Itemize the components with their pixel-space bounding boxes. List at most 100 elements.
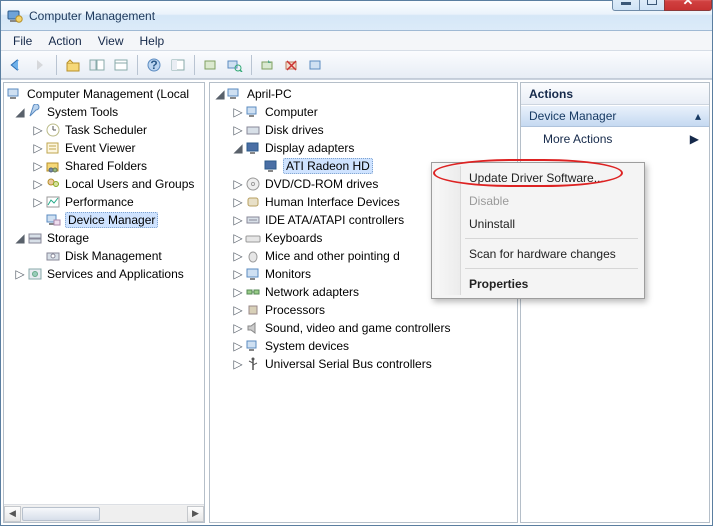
menu-file[interactable]: File xyxy=(5,32,40,50)
tree-item-pc[interactable]: ◢ April-PC xyxy=(210,85,517,103)
scroll-right-button[interactable]: ▶ xyxy=(187,506,204,522)
expand-icon[interactable]: ▷ xyxy=(32,195,44,209)
close-button[interactable]: ✕ xyxy=(664,0,712,11)
collapse-icon[interactable]: ◢ xyxy=(14,105,26,119)
expand-icon[interactable]: ▷ xyxy=(232,267,244,281)
tree-label: Display adapters xyxy=(265,141,354,155)
tree-item-sound[interactable]: ▷Sound, video and game controllers xyxy=(210,319,517,337)
expand-icon[interactable]: ▷ xyxy=(232,285,244,299)
expand-icon[interactable]: ▷ xyxy=(232,231,244,245)
expand-icon[interactable]: ▷ xyxy=(232,177,244,191)
collapse-icon[interactable]: ▴ xyxy=(695,109,701,123)
wrench-icon xyxy=(27,104,43,120)
tool-button[interactable] xyxy=(281,54,303,76)
toolbar-separator xyxy=(251,55,252,75)
ctx-scan[interactable]: Scan for hardware changes xyxy=(435,242,641,265)
tree-item-processors[interactable]: ▷ Processors xyxy=(210,301,517,319)
toolbar-separator xyxy=(137,55,138,75)
disk-mgmt-icon xyxy=(45,248,61,264)
maximize-button[interactable] xyxy=(639,0,665,11)
show-hide-tree-button[interactable] xyxy=(86,54,108,76)
menu-action[interactable]: Action xyxy=(40,32,89,50)
tool-button[interactable] xyxy=(257,54,279,76)
computer-icon xyxy=(227,86,243,102)
performance-icon xyxy=(45,194,61,210)
expand-icon[interactable]: ▷ xyxy=(232,105,244,119)
tree-item-services-apps[interactable]: ▷ Services and Applications xyxy=(4,265,204,283)
ctx-properties[interactable]: Properties xyxy=(435,272,641,295)
expand-icon[interactable]: ▷ xyxy=(232,339,244,353)
tool-button[interactable] xyxy=(305,54,327,76)
ctx-uninstall[interactable]: Uninstall xyxy=(435,212,641,235)
tree-item-usb[interactable]: ▷ Universal Serial Bus controllers xyxy=(210,355,517,373)
ctx-label: Scan for hardware changes xyxy=(469,247,616,261)
expand-icon[interactable]: ▷ xyxy=(32,177,44,191)
tree-item-performance[interactable]: ▷ Performance xyxy=(4,193,204,211)
tree-item-device-manager[interactable]: Device Manager xyxy=(4,211,204,229)
device-tree[interactable]: ◢ April-PC ▷Computer ▷ Disk drives ◢ Displ… xyxy=(210,83,517,522)
actions-group[interactable]: Device Manager ▴ xyxy=(521,105,709,127)
tree-item-shared-folders[interactable]: ▷ Shared Folders xyxy=(4,157,204,175)
display-icon xyxy=(263,158,279,174)
tree-label: Device Manager xyxy=(65,212,158,228)
tree-item-storage[interactable]: ◢ Storage xyxy=(4,229,204,247)
collapse-icon[interactable]: ◢ xyxy=(214,87,226,101)
back-button[interactable] xyxy=(5,54,27,76)
tree-label: Processors xyxy=(265,303,325,317)
storage-icon xyxy=(27,230,43,246)
actions-more[interactable]: More Actions ▶ xyxy=(521,127,709,151)
h-scrollbar[interactable]: ◀ ▶ xyxy=(4,504,204,522)
scan-hardware-button[interactable] xyxy=(224,54,246,76)
menu-view[interactable]: View xyxy=(90,32,132,50)
scroll-track[interactable] xyxy=(21,506,187,522)
ctx-update-driver[interactable]: Update Driver Software... xyxy=(435,166,641,189)
tree-label: Universal Serial Bus controllers xyxy=(265,357,432,371)
tree-item-event-viewer[interactable]: ▷ Event Viewer xyxy=(4,139,204,157)
ide-icon xyxy=(245,212,261,228)
expand-icon[interactable]: ▷ xyxy=(232,321,244,335)
forward-button[interactable] xyxy=(29,54,51,76)
tree-root[interactable]: Computer Management (Local xyxy=(4,85,204,103)
tree-item-task-scheduler[interactable]: ▷ Task Scheduler xyxy=(4,121,204,139)
up-button[interactable] xyxy=(62,54,84,76)
menu-help[interactable]: Help xyxy=(132,32,173,50)
tool-button[interactable] xyxy=(167,54,189,76)
tree-item-local-users[interactable]: ▷ Local Users and Groups xyxy=(4,175,204,193)
console-tree[interactable]: Computer Management (Local ◢ System Tool… xyxy=(4,83,204,504)
scroll-thumb[interactable] xyxy=(22,507,100,521)
expand-icon[interactable]: ▷ xyxy=(232,195,244,209)
device-manager-icon xyxy=(45,212,61,228)
scroll-left-button[interactable]: ◀ xyxy=(4,506,21,522)
expand-icon[interactable]: ▷ xyxy=(32,141,44,155)
ctx-separator xyxy=(465,268,638,269)
tree-item-disk-drives[interactable]: ▷ Disk drives xyxy=(210,121,517,139)
expand-icon[interactable]: ▷ xyxy=(232,213,244,227)
tree-label: Keyboards xyxy=(265,231,322,245)
expand-icon[interactable]: ▷ xyxy=(232,357,244,371)
collapse-icon[interactable]: ◢ xyxy=(232,141,244,155)
collapse-icon[interactable]: ◢ xyxy=(14,231,26,245)
tree-item-disk-management[interactable]: Disk Management xyxy=(4,247,204,265)
ctx-disable[interactable]: Disable xyxy=(435,189,641,212)
help-button[interactable]: ? xyxy=(143,54,165,76)
expand-icon[interactable]: ▷ xyxy=(14,267,26,281)
properties-toolbar-button[interactable] xyxy=(110,54,132,76)
computer-mgmt-icon xyxy=(7,86,23,102)
expand-icon[interactable]: ▷ xyxy=(32,123,44,137)
expand-icon[interactable]: ▷ xyxy=(232,249,244,263)
tree-item-computer[interactable]: ▷Computer xyxy=(210,103,517,121)
expand-icon[interactable]: ▷ xyxy=(32,159,44,173)
ctx-separator xyxy=(465,238,638,239)
tree-item-system-devices[interactable]: ▷System devices xyxy=(210,337,517,355)
minimize-button[interactable] xyxy=(612,0,640,11)
disk-icon xyxy=(245,122,261,138)
tree-label: Disk drives xyxy=(265,123,324,137)
tree-item-display-adapters[interactable]: ◢ Display adapters xyxy=(210,139,517,157)
tool-button[interactable] xyxy=(200,54,222,76)
title-bar[interactable]: Computer Management ✕ xyxy=(1,1,712,31)
sound-icon xyxy=(245,320,261,336)
expand-icon[interactable]: ▷ xyxy=(232,303,244,317)
tree-item-system-tools[interactable]: ◢ System Tools xyxy=(4,103,204,121)
toolbar-separator xyxy=(56,55,57,75)
expand-icon[interactable]: ▷ xyxy=(232,123,244,137)
